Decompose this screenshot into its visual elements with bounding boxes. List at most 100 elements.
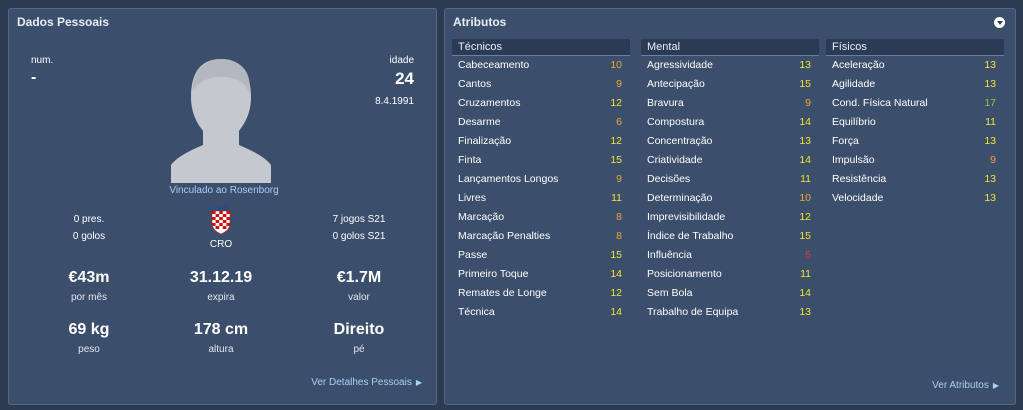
attribute-value: 13 (984, 173, 996, 185)
market-value: €1.7M (336, 269, 382, 286)
attribute-label: Posicionamento (647, 268, 722, 280)
attribute-row[interactable]: Antecipação 15 (641, 75, 819, 94)
attributes-panel: Atributos Técnicos Cabeceamento 10 Cantos 9… (444, 8, 1016, 405)
attribute-row[interactable]: Técnica 14 (452, 303, 630, 322)
attribute-label: Cruzamentos (458, 97, 521, 109)
attribute-label: Criatividade (647, 154, 703, 166)
attribute-label: Finalização (458, 135, 512, 147)
attribute-row[interactable]: Equilíbrio 11 (826, 113, 1004, 132)
attribute-row[interactable]: Finta 15 (452, 151, 630, 170)
wage-value: €43m (68, 269, 110, 286)
attribute-row[interactable]: Cabeceamento 10 (452, 56, 630, 75)
attribute-list: Aceleração 13 Agilidade 13 Cond. Física Natu… (826, 56, 1004, 208)
attribute-row[interactable]: Aceleração 13 (826, 56, 1004, 75)
attribute-row[interactable]: Índice de Trabalho 15 (641, 227, 819, 246)
attribute-row[interactable]: Marcação Penalties 8 (452, 227, 630, 246)
panel-title: Dados Pessoais (17, 15, 110, 29)
attribute-label: Cantos (458, 78, 492, 90)
attribute-row[interactable]: Impulsão 9 (826, 151, 1004, 170)
attribute-row[interactable]: Passe 15 (452, 246, 630, 265)
attribute-label: Resistência (832, 173, 887, 185)
attribute-value: 10 (610, 59, 622, 71)
attribute-value: 13 (799, 306, 811, 318)
wage-label: por mês (70, 292, 108, 303)
chevron-right-icon: ▶ (415, 378, 422, 387)
attribute-value: 12 (610, 135, 622, 147)
attribute-column-technical: Técnicos Cabeceamento 10 Cantos 9 Cruzamento… (452, 39, 630, 322)
attribute-label: Concentração (647, 135, 713, 147)
attribute-label: Aceleração (832, 59, 885, 71)
column-header: Mental (641, 39, 819, 56)
attribute-value: 17 (984, 97, 996, 109)
attribute-value: 13 (799, 135, 811, 147)
attribute-row[interactable]: Primeiro Toque 14 (452, 265, 630, 284)
attribute-row[interactable]: Remates de Longe 12 (452, 284, 630, 303)
attribute-row[interactable]: Determinação 10 (641, 189, 819, 208)
attribute-row[interactable]: Cruzamentos 12 (452, 94, 630, 113)
attribute-value: 13 (984, 135, 996, 147)
attribute-row[interactable]: Velocidade 13 (826, 189, 1004, 208)
attribute-label: Imprevisibilidade (647, 211, 726, 223)
attribute-row[interactable]: Criatividade 14 (641, 151, 819, 170)
attribute-value: 15 (799, 230, 811, 242)
attribute-list: Cabeceamento 10 Cantos 9 Cruzamentos 12 Desarm… (452, 56, 630, 322)
attribute-label: Desarme (458, 116, 501, 128)
attribute-value: 13 (984, 192, 996, 204)
attribute-row[interactable]: Desarme 6 (452, 113, 630, 132)
attribute-value: 14 (799, 287, 811, 299)
weight-label: peso (78, 344, 100, 355)
attribute-row[interactable]: Trabalho de Equipa 13 (641, 303, 819, 322)
attribute-label: Trabalho de Equipa (647, 306, 739, 318)
attribute-value: 9 (616, 78, 622, 90)
attribute-row[interactable]: Posicionamento 11 (641, 265, 819, 284)
player-avatar (169, 53, 273, 183)
attribute-row[interactable]: Compostura 14 (641, 113, 819, 132)
attribute-row[interactable]: Lançamentos Longos 9 (452, 170, 630, 189)
attribute-label: Bravura (647, 97, 684, 109)
attribute-value: 5 (805, 249, 811, 261)
attribute-row[interactable]: Cantos 9 (452, 75, 630, 94)
attribute-value: 13 (984, 59, 996, 71)
attribute-label: Primeiro Toque (458, 268, 529, 280)
attribute-label: Agressividade (647, 59, 713, 71)
view-attributes-link[interactable]: Ver Atributos ▶ (932, 380, 999, 391)
attribute-label: Sem Bola (647, 287, 693, 299)
attribute-label: Antecipação (647, 78, 705, 90)
height-value: 178 cm (193, 321, 249, 338)
attribute-row[interactable]: Força 13 (826, 132, 1004, 151)
squad-number-value: - (31, 69, 37, 86)
dropdown-menu-icon[interactable] (994, 17, 1005, 28)
attribute-value: 14 (610, 306, 622, 318)
attribute-row[interactable]: Marcação 8 (452, 208, 630, 227)
attribute-row[interactable]: Cond. Física Natural 17 (826, 94, 1004, 113)
contract-expiry-label: expira (207, 292, 235, 303)
attribute-list: Agressividade 13 Antecipação 15 Bravura 9 Comp… (641, 56, 819, 322)
player-silhouette-icon (171, 59, 271, 183)
attribute-value: 11 (611, 192, 622, 204)
attribute-row[interactable]: Sem Bola 14 (641, 284, 819, 303)
attribute-column-physical: Físicos Aceleração 13 Agilidade 13 Cond. Fís… (826, 39, 1004, 208)
view-personal-details-label: Ver Detalhes Pessoais (311, 377, 412, 388)
chevron-right-icon: ▶ (992, 381, 999, 390)
attribute-row[interactable]: Resistência 13 (826, 170, 1004, 189)
weight-value: 69 kg (68, 321, 110, 338)
attribute-row[interactable]: Agressividade 13 (641, 56, 819, 75)
personal-details-panel: Dados Pessoais num. - idade 24 8.4.1991 … (8, 8, 437, 405)
contract-club-link[interactable]: Vinculado ao Rosenborg (139, 185, 309, 196)
attribute-row[interactable]: Influência 5 (641, 246, 819, 265)
attribute-row[interactable]: Livres 11 (452, 189, 630, 208)
attribute-value: 13 (799, 59, 811, 71)
attribute-row[interactable]: Finalização 12 (452, 132, 630, 151)
attribute-row[interactable]: Concentração 13 (641, 132, 819, 151)
height-label: altura (208, 344, 234, 355)
attribute-row[interactable]: Decisões 11 (641, 170, 819, 189)
preferred-foot-value: Direito (333, 321, 385, 338)
attribute-value: 12 (799, 211, 811, 223)
attribute-value: 9 (805, 97, 811, 109)
attribute-row[interactable]: Imprevisibilidade 12 (641, 208, 819, 227)
view-personal-details-link[interactable]: Ver Detalhes Pessoais ▶ (311, 377, 422, 388)
view-attributes-label: Ver Atributos (932, 380, 989, 391)
attribute-row[interactable]: Bravura 9 (641, 94, 819, 113)
attribute-value: 13 (984, 78, 996, 90)
attribute-row[interactable]: Agilidade 13 (826, 75, 1004, 94)
